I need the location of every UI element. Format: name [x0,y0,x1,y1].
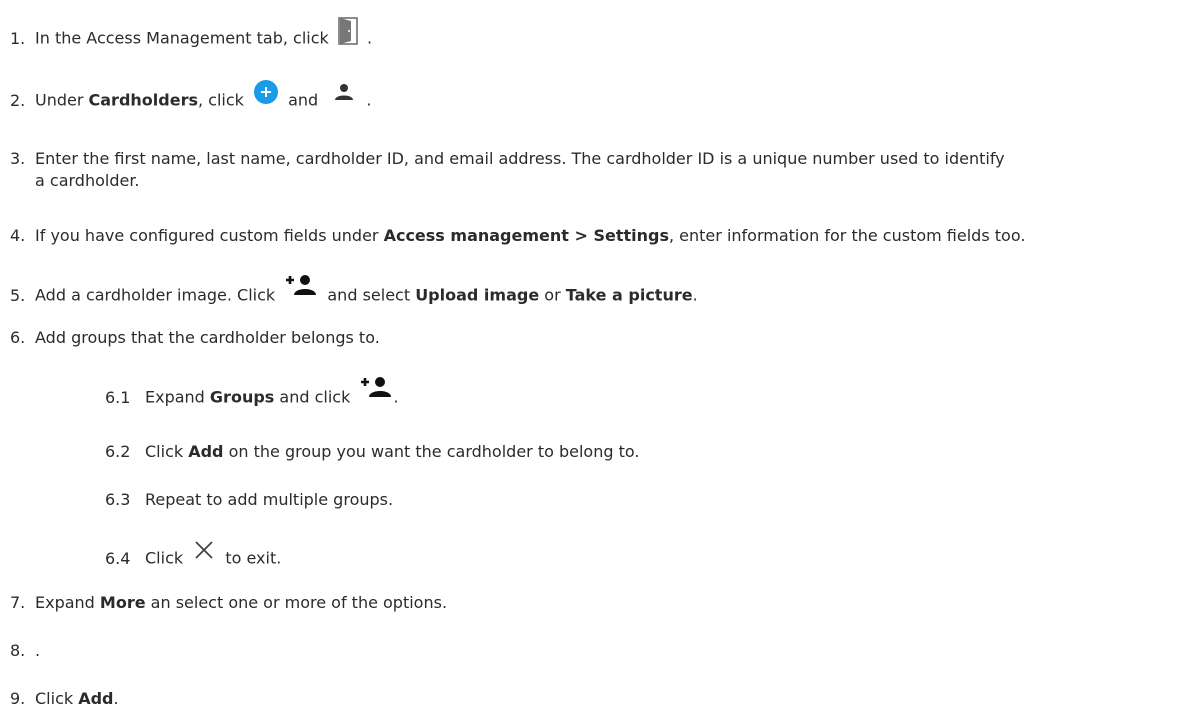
person-icon [333,83,355,107]
step-number: 4. [10,226,26,245]
step-number: 3. [10,149,26,168]
step-number: 9. [10,689,26,708]
step-number: 6. [10,328,26,347]
more-label: More [99,593,146,612]
step-2: 2. Under Cardholders, click and . [10,80,371,117]
step-text-line2: a cardholder. [35,171,140,190]
step-6: 6. Add groups that the cardholder belongs… [10,328,380,347]
step-text-line1: Enter the first name, last name, cardhol… [35,149,1005,168]
step-number: 6.2 [105,442,131,461]
step-number: 1. [10,28,26,48]
add-button-label: Add [78,689,114,708]
step-text: In the Access Management tab, click [35,28,329,48]
step-5: 5. Add a cardholder image. Click and sele… [10,275,698,310]
step-number: 7. [10,593,26,612]
cardholders-label: Cardholders [88,90,198,110]
door-icon [338,17,358,51]
settings-path-label: Access management > Settings [383,226,669,245]
step-number: 6.4 [105,548,131,568]
step-3: 3. Enter the first name, last name, cardh… [10,148,1005,190]
step-6-4: 6.4 Click to exit. [105,541,281,572]
upload-image-label: Upload image [415,285,540,305]
step-number: 5. [10,285,26,305]
step-6-1: 6.1 Expand Groups and click . [105,377,399,412]
step-number: 2. [10,90,26,110]
groups-label: Groups [209,387,275,407]
step-number: 6.1 [105,387,131,407]
add-circle-icon [253,79,279,111]
step-8: 8.. [10,641,41,660]
add-person-icon [284,274,318,302]
step-number: 6.3 [105,490,131,509]
step-6-3: 6.3 Repeat to add multiple groups. [105,490,394,509]
step-4: 4. If you have configured custom fields u… [10,226,1026,245]
step-6-2: 6.2 Click Add on the group you want the c… [105,442,640,461]
take-picture-label: Take a picture [565,285,693,305]
step-7: 7. Expand More an select one or more of t… [10,593,448,612]
add-label: Add [188,442,224,461]
step-9: 9. Click Add. [10,689,119,708]
close-icon [194,540,214,566]
add-person-icon [359,376,393,404]
step-1: 1. In the Access Management tab, click . [10,17,372,56]
step-number: 8. [10,641,26,660]
